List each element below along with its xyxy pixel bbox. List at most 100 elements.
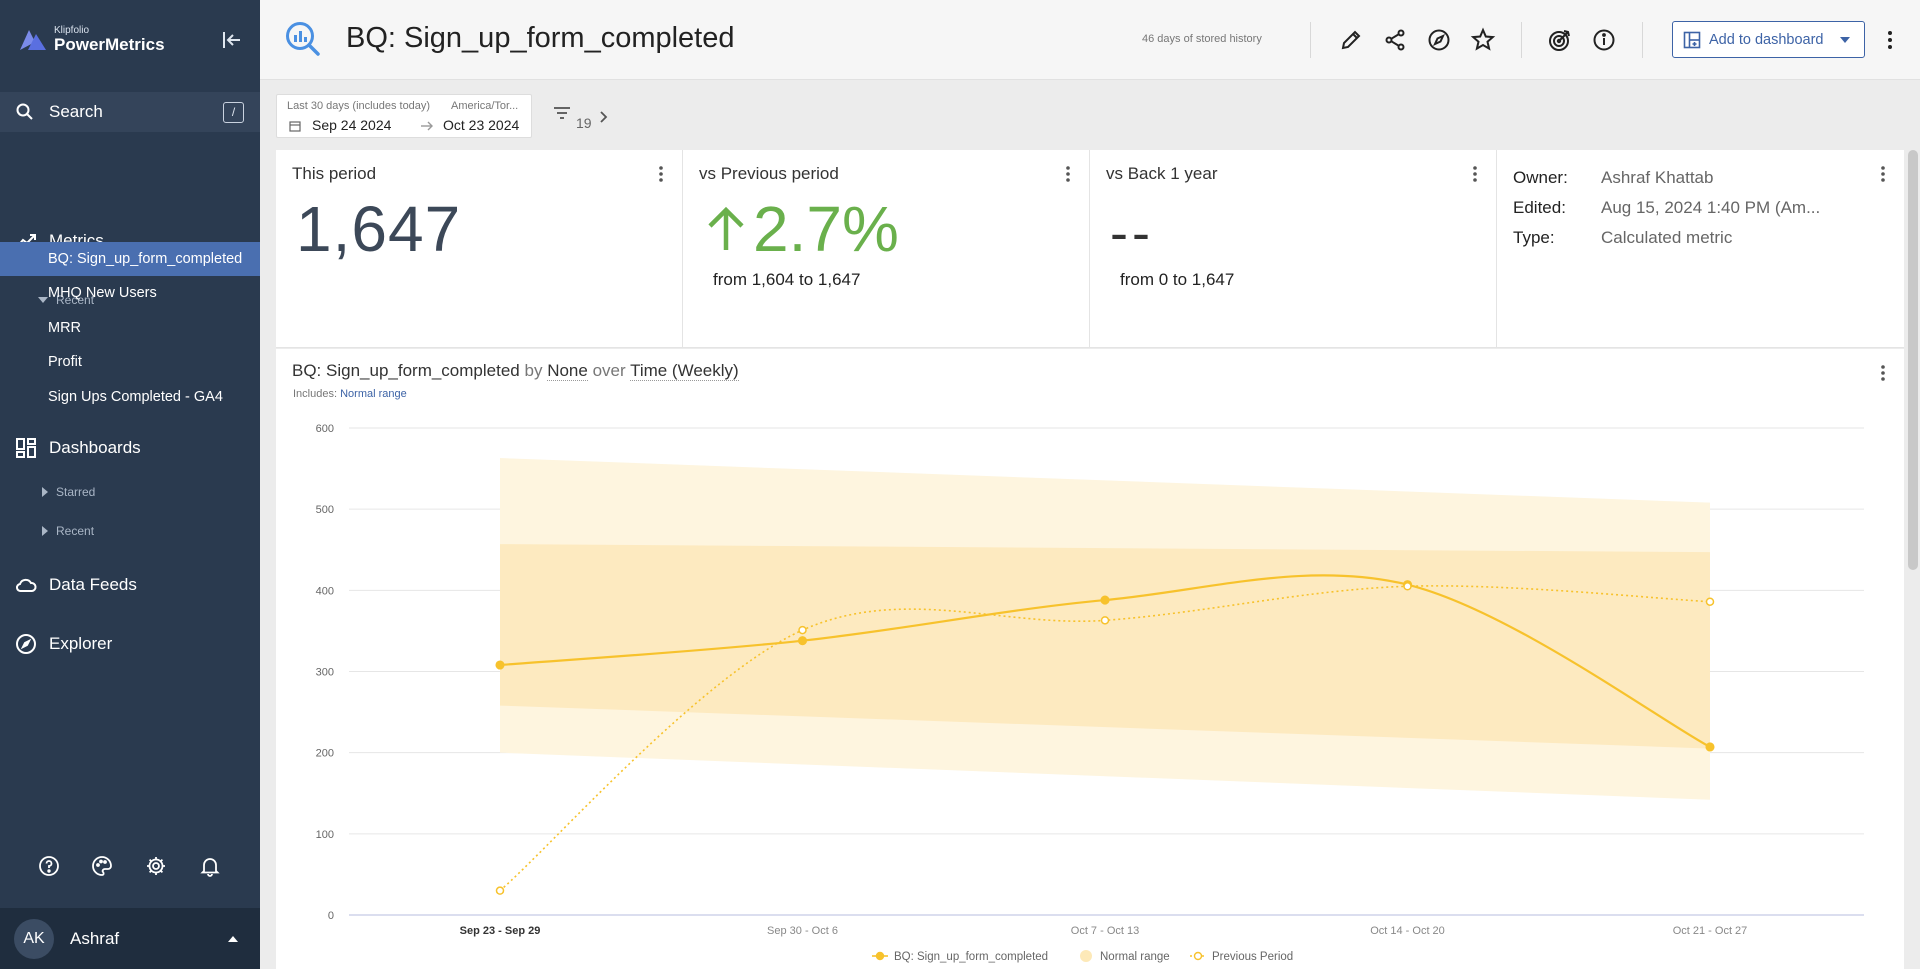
search-icon: [16, 103, 33, 120]
palette-icon[interactable]: [91, 855, 113, 877]
dashboard-grid-icon: [16, 438, 36, 458]
user-name: Ashraf: [70, 928, 120, 948]
card-metadata: Owner: Ashraf Khattab Edited: Aug 15, 2024…: [1497, 150, 1904, 348]
arrow-up-icon: [708, 206, 744, 250]
series-point: [1705, 742, 1715, 752]
nav-data-feeds-label: Data Feeds: [49, 575, 137, 594]
avatar: AK: [14, 918, 54, 959]
meta-type-value: Calculated metric: [1601, 228, 1733, 247]
brand-logo[interactable]: Klipfolio PowerMetrics: [18, 22, 165, 56]
bell-icon[interactable]: [199, 855, 221, 877]
sidebar: Klipfolio PowerMetrics Search / Metrics …: [0, 0, 260, 969]
previous-period-point: [1403, 582, 1412, 591]
y-tick-label: 600: [316, 423, 334, 435]
header-divider: [1310, 22, 1311, 58]
share-icon[interactable]: [1382, 27, 1408, 53]
explore-icon[interactable]: [1426, 27, 1452, 53]
star-icon[interactable]: [1470, 27, 1496, 53]
x-tick-label: Oct 7 - Oct 13: [1071, 925, 1139, 937]
normal-range-link[interactable]: Normal range: [340, 388, 407, 400]
header-divider: [1642, 22, 1643, 58]
legend-swatch: [875, 951, 885, 961]
filter-button[interactable]: 19: [552, 103, 610, 131]
chart-panel: 0 100 200 300 400 500 600 Sep 23 - Sep 29 Sep 30…: [276, 349, 1904, 969]
line-chart: 0 100 200 300 400 500 600 Sep 23 - Sep 29 Sep 30…: [316, 423, 1864, 963]
nav-dashboards[interactable]: Dashboards: [0, 430, 260, 466]
change-detail: from 1,604 to 1,647: [713, 270, 861, 289]
chart-by: by: [524, 361, 543, 380]
legend-swatch: [1080, 950, 1092, 962]
y-tick-label: 0: [328, 910, 334, 922]
recent-metric-1[interactable]: MHQ New Users: [0, 276, 260, 310]
card-title: This period: [292, 164, 377, 183]
chart-metric-name: BQ: Sign_up_form_completed: [292, 361, 520, 380]
x-tick-label: Sep 23 - Sep 29: [460, 925, 541, 937]
card-vs-previous: vs Previous period 2.7% from 1,604 to 1,…: [683, 150, 1090, 348]
help-icon[interactable]: [38, 855, 60, 877]
add-to-dashboard-button[interactable]: Add to dashboard: [1672, 21, 1865, 58]
more-vertical-icon[interactable]: [1880, 27, 1900, 53]
y-tick-label: 200: [316, 748, 334, 760]
meta-owner: Owner: Ashraf Khattab: [1513, 168, 1713, 188]
series-point: [1100, 595, 1110, 605]
cloud-icon: [16, 578, 37, 592]
chevron-down-icon: [1840, 37, 1850, 43]
chart-over: over: [592, 361, 626, 380]
more-vertical-icon[interactable]: [1065, 164, 1071, 184]
dashboards-starred-toggle[interactable]: Starred: [42, 482, 95, 502]
header-divider: [1521, 22, 1522, 58]
info-icon[interactable]: [1591, 27, 1617, 53]
user-menu[interactable]: AK Ashraf: [0, 908, 260, 969]
card-title: vs Back 1 year: [1106, 164, 1218, 183]
legend-label: Normal range: [1100, 951, 1170, 963]
more-vertical-icon[interactable]: [658, 164, 664, 184]
search-button[interactable]: Search /: [0, 92, 260, 132]
arrow-right-icon: [421, 121, 433, 131]
card-this-period: This period 1,647: [276, 150, 683, 348]
brand-product: PowerMetrics: [54, 34, 165, 54]
nav-data-feeds[interactable]: Data Feeds: [0, 567, 260, 603]
collapse-sidebar-icon[interactable]: [220, 28, 244, 52]
time-selector[interactable]: Time (Weekly): [630, 361, 739, 381]
caret-up-icon: [228, 936, 238, 942]
page-header: BQ: Sign_up_form_completed 46 days of st…: [260, 0, 1920, 80]
nav-explorer[interactable]: Explorer: [0, 626, 260, 662]
pencil-icon[interactable]: [1338, 27, 1364, 53]
settings-icon[interactable]: [145, 855, 167, 877]
legend-label: BQ: Sign_up_form_completed: [894, 951, 1048, 963]
chart-title: BQ: Sign_up_form_completed by None over …: [292, 361, 739, 381]
kpi-cards: This period 1,647 vs Previous period 2.7…: [276, 150, 1904, 348]
dashboards-recent-toggle[interactable]: Recent: [42, 521, 94, 541]
recent-metric-2[interactable]: MRR: [0, 311, 260, 345]
recent-metric-0[interactable]: BQ: Sign_up_form_completed: [0, 242, 260, 276]
goal-icon[interactable]: [1547, 27, 1573, 53]
add-to-dashboard-label: Add to dashboard: [1709, 31, 1824, 48]
more-vertical-icon[interactable]: [1472, 164, 1478, 184]
date-range-picker[interactable]: Last 30 days (includes today) America/To…: [276, 94, 532, 138]
y-tick-label: 100: [316, 829, 334, 841]
date-end: Oct 23 2024: [443, 117, 520, 133]
dimension-selector[interactable]: None: [547, 361, 588, 381]
filter-icon: [554, 107, 570, 119]
recent-metric-4[interactable]: Sign Ups Completed - GA4: [0, 380, 260, 414]
y-tick-label: 300: [316, 667, 334, 679]
sidebar-footer: [0, 838, 260, 894]
recent-metric-3[interactable]: Profit: [0, 345, 260, 379]
previous-period-point: [798, 625, 807, 635]
x-tick-label: Oct 14 - Oct 20: [1370, 925, 1445, 937]
nav-dashboards-label: Dashboards: [49, 438, 141, 457]
logo-icon: [20, 30, 46, 50]
dashboards-starred-label: Starred: [56, 485, 96, 499]
date-start: Sep 24 2024: [312, 117, 392, 133]
meta-edited-key: Edited:: [1513, 198, 1566, 217]
dashboard-add-icon: [1683, 31, 1701, 48]
meta-type: Type: Calculated metric: [1513, 228, 1732, 248]
x-tick-label: Oct 21 - Oct 27: [1673, 925, 1748, 937]
scrollbar[interactable]: [1908, 150, 1918, 570]
meta-edited: Edited: Aug 15, 2024 1:40 PM (Am...: [1513, 198, 1820, 218]
series-point: [797, 636, 808, 646]
more-vertical-icon[interactable]: [1880, 164, 1886, 184]
more-vertical-icon[interactable]: [1880, 363, 1886, 383]
metric-search-icon: [286, 22, 320, 56]
y-tick-label: 400: [316, 585, 334, 597]
